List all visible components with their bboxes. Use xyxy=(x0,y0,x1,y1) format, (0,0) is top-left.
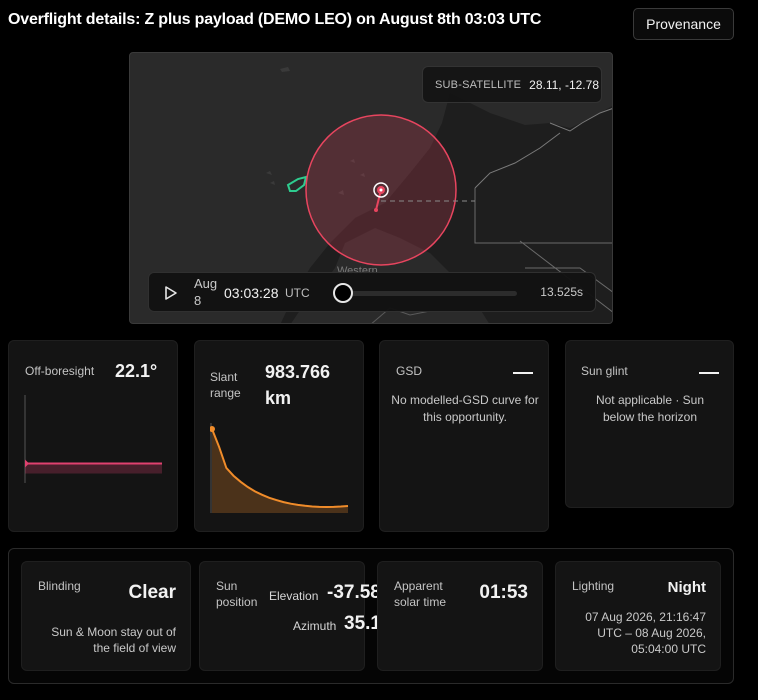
track-end-dot xyxy=(374,208,378,212)
gsd-card: GSD No modelled-GSD curve for this oppor… xyxy=(379,340,549,532)
playback-timezone: UTC xyxy=(285,286,310,300)
off-boresight-band xyxy=(25,463,162,474)
sun-glint-label: Sun glint xyxy=(581,364,628,378)
sun-glint-card: Sun glint Not applicable · Sun below the… xyxy=(565,340,734,508)
elevation-label: Elevation xyxy=(269,589,319,603)
sun-glint-value xyxy=(699,372,719,374)
off-boresight-value: 22.1° xyxy=(115,361,158,381)
conditions-panel: Blinding Clear Sun & Moon stay out of th… xyxy=(8,548,734,684)
gsd-label: GSD xyxy=(396,364,423,378)
provenance-button[interactable]: Provenance xyxy=(633,8,734,40)
island xyxy=(280,67,290,72)
playback-duration: 13.525s xyxy=(540,285,583,299)
play-icon[interactable] xyxy=(161,284,179,302)
solar-time-card: Apparent solar time 01:53 xyxy=(377,561,543,671)
highlighted-island xyxy=(286,175,308,192)
island xyxy=(270,181,275,185)
playback-date: Aug 8 xyxy=(194,276,218,308)
gsd-note: No modelled-GSD curve for this opportuni… xyxy=(391,393,539,424)
off-boresight-chart xyxy=(24,395,162,483)
azimuth-label: Azimuth xyxy=(293,619,337,633)
playback-bar: Aug 8 03:03:28 UTC 13.525s xyxy=(148,272,596,312)
gsd-value xyxy=(513,372,533,374)
page-title: Overflight details: Z plus payload (DEMO… xyxy=(8,11,542,28)
sun-glint-note: Not applicable · Sun below the horizon xyxy=(595,393,705,424)
solar-time-value: 01:53 xyxy=(479,582,528,603)
blinding-label: Blinding xyxy=(38,579,81,593)
satellite-marker-center xyxy=(379,188,383,192)
slant-range-label: Slant range xyxy=(210,370,241,400)
sun-position-label: Sun position xyxy=(216,579,258,609)
playback-scrubber[interactable] xyxy=(345,291,517,296)
lighting-card: Lighting Night 07 Aug 2026, 21:16:47 UTC… xyxy=(555,561,721,671)
off-boresight-card: Off-boresight 22.1° xyxy=(8,340,178,532)
lighting-label: Lighting xyxy=(572,579,615,593)
sun-position-card: Sun position Elevation -37.58° Azimuth 3… xyxy=(199,561,389,671)
playback-time: 03:03:28 xyxy=(224,285,279,301)
slant-range-card: Slant range 983.766 km xyxy=(194,340,364,532)
playback-scrubber-handle[interactable] xyxy=(333,283,353,303)
island xyxy=(266,171,272,175)
slant-range-marker xyxy=(210,426,215,432)
slant-range-chart xyxy=(210,423,349,513)
subsatellite-readout: SUB-SATELLITE 28.11, -12.78 xyxy=(422,66,602,103)
subsatellite-label: SUB-SATELLITE xyxy=(435,78,522,91)
blinding-card: Blinding Clear Sun & Moon stay out of th… xyxy=(21,561,191,671)
off-boresight-label: Off-boresight xyxy=(25,364,95,378)
lighting-value: Night xyxy=(667,579,706,596)
blinding-value: Clear xyxy=(128,582,176,603)
lighting-note: 07 Aug 2026, 21:16:47 UTC – 08 Aug 2026,… xyxy=(585,610,706,656)
overflight-map[interactable]: Western SUB-SATELLITE 28.11, -12.78 Aug … xyxy=(129,52,613,324)
slant-range-value: 983.766 km xyxy=(265,362,331,408)
blinding-note: Sun & Moon stay out of the field of view xyxy=(51,625,176,655)
subsatellite-coords: 28.11, -12.78 xyxy=(529,77,599,92)
solar-time-label: Apparent solar time xyxy=(394,579,447,609)
